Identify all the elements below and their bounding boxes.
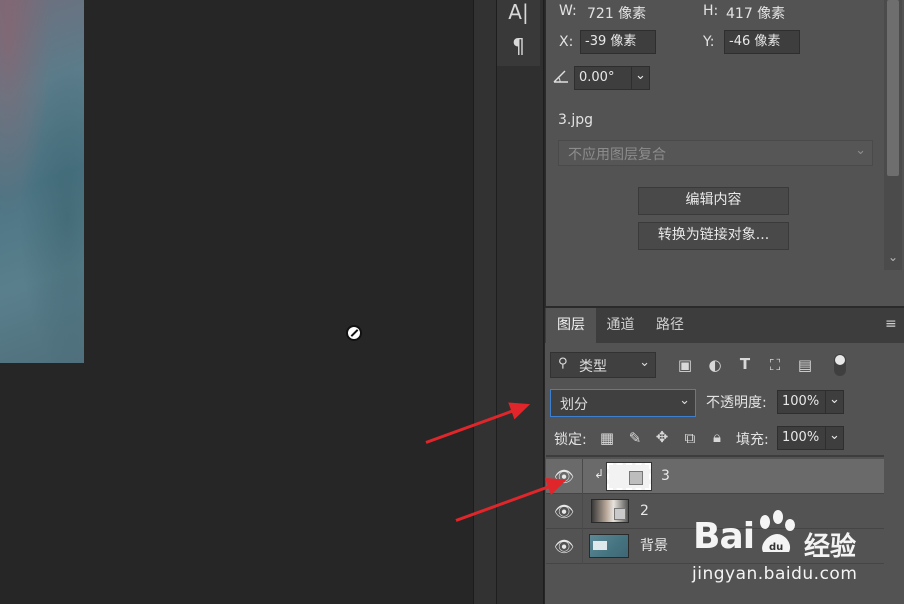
layer-row-3[interactable]: 👁︎ ↲ 3 (546, 459, 884, 494)
lock-position-icon[interactable]: ✥ (653, 428, 671, 446)
tab-channels[interactable]: 通道 (597, 308, 644, 343)
width-value: 721 像素 (587, 6, 647, 22)
x-label: X: (559, 34, 574, 50)
opacity-field[interactable]: 100% (777, 390, 826, 414)
rotation-angle-dropdown[interactable]: ⌄ (631, 66, 650, 90)
smart-object-badge-icon (614, 508, 626, 520)
layer-name[interactable]: 3 (661, 459, 670, 494)
collapsed-panel-strip (496, 0, 544, 604)
filter-pixel-layers-icon[interactable]: ▣ (676, 356, 694, 374)
chevron-down-icon: ⌄ (855, 143, 866, 158)
layer-comp-select[interactable]: 不应用图层复合 ⌄ (558, 140, 873, 166)
tab-layers[interactable]: 图层 (546, 308, 596, 343)
clipping-mask-icon: ↲ (594, 467, 605, 481)
filter-toggle-switch[interactable] (834, 354, 846, 376)
height-value: 417 像素 (726, 6, 786, 22)
edit-contents-button[interactable]: 编辑内容 (638, 187, 789, 215)
layers-list-divider (546, 455, 884, 457)
filter-shape-layers-icon[interactable]: ⛶ (766, 356, 784, 374)
height-label: H: (703, 3, 719, 19)
x-position-field[interactable]: -39 像素 (580, 30, 656, 54)
y-position-field[interactable]: -46 像素 (724, 30, 800, 54)
y-label: Y: (703, 34, 715, 50)
search-icon: ⚲ (558, 356, 568, 371)
lock-transparent-pixels-icon[interactable]: ▦ (598, 429, 616, 447)
smart-object-badge-icon (629, 471, 643, 485)
fill-field[interactable]: 100% (777, 426, 826, 450)
row-divider (582, 459, 583, 494)
row-divider (582, 494, 583, 529)
chevron-down-icon: ⌄ (639, 355, 650, 370)
visibility-eye-icon[interactable]: 👁︎ (546, 494, 582, 529)
lock-label: 锁定: (554, 432, 587, 448)
angle-icon (553, 69, 569, 83)
rotation-angle-field[interactable]: 0.00° (574, 66, 632, 90)
chevron-down-icon: ⌄ (679, 393, 690, 408)
watermark-url: jingyan.baidu.com (692, 564, 858, 584)
linked-file-name: 3.jpg (558, 112, 594, 128)
not-allowed-cursor-icon (346, 325, 362, 341)
blend-mode-select[interactable]: 划分 ⌄ (550, 389, 696, 417)
opacity-label: 不透明度: (706, 395, 767, 411)
convert-to-linked-button[interactable]: 转换为链接对象... (638, 222, 789, 250)
baidu-paw-logo: du (751, 508, 801, 558)
layer-thumbnail-background[interactable] (589, 534, 629, 558)
thumbnail-highlight (593, 541, 607, 550)
paragraph-panel-icon[interactable]: ¶ (497, 32, 540, 60)
baidu-jingyan-watermark: Bai du 经验 jingyan.baidu.com (688, 508, 904, 598)
layer-thumbnail-2[interactable] (591, 499, 629, 523)
layer-comp-placeholder: 不应用图层复合 (568, 147, 666, 163)
opacity-dropdown[interactable]: ⌄ (825, 390, 844, 414)
layer-filter-kind-label: 类型 (579, 359, 607, 375)
fill-label: 填充: (736, 432, 769, 448)
character-panel-icon[interactable]: A| (497, 0, 540, 26)
photoshop-window: A| ¶ W: 721 像素 H: 417 像素 X: -39 像素 Y: -4… (0, 0, 904, 604)
filter-adjustment-layers-icon[interactable]: ◐ (706, 356, 724, 374)
layer-thumbnail-3[interactable] (606, 462, 652, 491)
layer-name[interactable]: 背景 (640, 529, 668, 564)
svg-text:du: du (769, 542, 783, 553)
visibility-eye-icon[interactable]: 👁︎ (546, 529, 582, 564)
chevron-down-icon: ⌄ (635, 68, 646, 83)
canvas-image (0, 0, 84, 363)
fill-dropdown[interactable]: ⌄ (825, 426, 844, 450)
filter-smart-objects-icon[interactable]: ▤ (796, 356, 814, 374)
chevron-down-icon: ⌄ (829, 392, 840, 407)
filter-type-layers-icon[interactable]: T (736, 355, 754, 373)
tab-paths[interactable]: 路径 (645, 308, 695, 343)
toggle-knob (835, 355, 845, 365)
lock-all-icon[interactable]: 🔒︎ (708, 428, 726, 446)
chevron-down-icon: ⌄ (829, 428, 840, 443)
blend-mode-value: 划分 (560, 397, 588, 413)
watermark-brand-prefix: Bai (693, 516, 755, 557)
scroll-down-icon[interactable]: ⌄ (887, 250, 899, 264)
lock-artboard-icon[interactable]: ⧉ (681, 429, 699, 447)
lock-image-pixels-icon[interactable]: ✎ (626, 429, 644, 447)
row-divider (582, 529, 583, 564)
layer-name[interactable]: 2 (640, 494, 649, 529)
layer-filter-select[interactable]: ⚲ 类型 ⌄ (550, 352, 656, 378)
properties-scrollbar-thumb[interactable] (887, 0, 899, 176)
watermark-brand-suffix: 经验 (804, 532, 857, 562)
panel-menu-icon[interactable]: ≡ (885, 316, 897, 332)
width-label: W: (559, 3, 577, 19)
